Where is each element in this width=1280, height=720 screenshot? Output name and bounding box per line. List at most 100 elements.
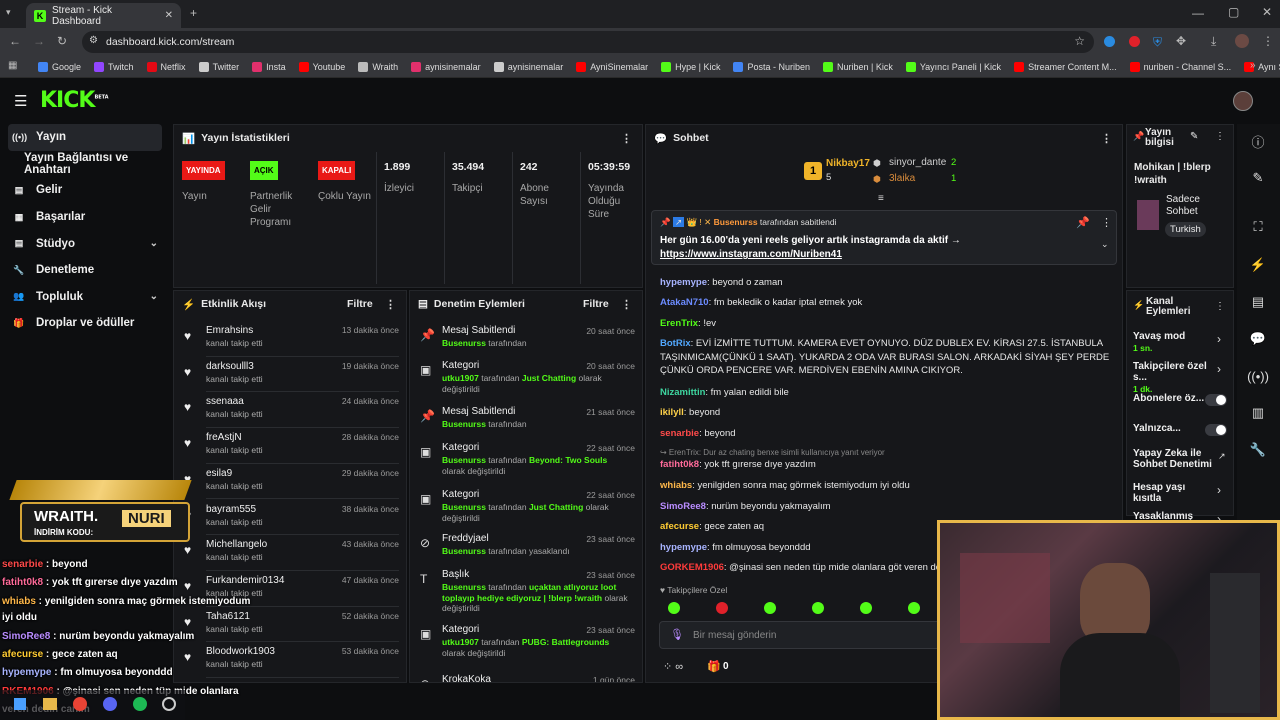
bookmark-star-icon[interactable]: ☆ [1074,34,1085,48]
tab-search-icon[interactable]: ▾ [6,7,11,18]
chrome-icon[interactable] [73,697,87,711]
mod-user[interactable]: Busenurss [442,419,486,429]
chevron-right-icon[interactable]: › [1217,332,1221,346]
browser-tab[interactable]: K Stream - Kick Dashboard ✕ [26,3,181,28]
external-link-icon[interactable]: ↗ [1218,451,1226,462]
mod-user[interactable]: Busenurss [442,338,486,348]
bookmark-item[interactable]: Nuriben | Kick [822,61,893,72]
sidebar-item-2[interactable]: Yayın Bağlantısı ve Anahtarı [0,151,170,178]
bookmark-item[interactable]: aynisinemalar [411,61,481,72]
mod-filter-button[interactable]: Filtre [583,298,609,310]
quick-action-lightning-icon[interactable]: ⚡ [1243,250,1273,280]
chat-username[interactable]: SimoRee8 [660,501,706,512]
event-user[interactable]: Taha6121 [206,611,250,622]
emote-icon[interactable] [716,602,728,614]
kick-logo[interactable]: KICKBETA [40,88,109,113]
mod-user[interactable]: Busenurss [442,546,486,556]
bookmark-item[interactable]: Streamer Content M... [1014,61,1117,72]
bookmark-item[interactable]: Yayıncı Paneli | Kick [905,61,1001,72]
mod-user[interactable]: Busenurss [442,582,486,592]
extension-icon[interactable] [1129,36,1140,47]
bookmark-item[interactable]: Twitch [94,61,134,72]
stats-menu-icon[interactable]: ⋮ [621,132,632,145]
channel-menu-icon[interactable]: ⋮ [1215,301,1225,312]
event-menu-icon[interactable]: ⋮ [385,298,396,311]
sidebar-item-8[interactable]: 🎁 Droplar ve ödüller [0,310,170,337]
mod-user[interactable]: utku1907 [442,637,479,647]
toggle-switch[interactable] [1205,394,1227,406]
pinned-menu-icon[interactable]: ⋮ [1101,216,1112,229]
chat-username[interactable]: fatiht0k8 [660,459,699,470]
chevron-right-icon[interactable]: › [1217,362,1221,376]
emote-icon[interactable] [764,602,776,614]
top-gifter-name[interactable]: sinyor_dante [889,157,946,168]
layout-icon[interactable]: ▥ [1243,398,1273,428]
bookmark-item[interactable]: Twitter [198,61,239,72]
emote-icon[interactable] [812,602,824,614]
download-icon[interactable]: ⤓ [1211,34,1216,49]
chevron-down-icon[interactable]: ⌄ [150,291,158,302]
site-info-icon[interactable]: ⚙ [89,35,98,46]
bookmark-item[interactable]: Posta - Nuriben [733,61,810,72]
chat-username[interactable]: ErenTrix [660,318,698,329]
bookmark-item[interactable]: Netflix [146,61,186,72]
mod-user[interactable]: utku1907 [442,373,479,383]
broadcast-icon[interactable]: ((•)) [1243,361,1273,391]
forward-icon[interactable]: → [33,34,45,48]
event-user[interactable]: bayram555 [206,504,256,515]
event-user[interactable]: darksoulll3 [206,361,254,372]
bookmark-item[interactable]: Youtube [298,61,345,72]
sidebar-item-3[interactable]: ▤ Gelir [0,177,170,204]
emote-icon[interactable] [908,602,920,614]
chat-username[interactable]: hypemype [660,277,707,288]
bookmark-item[interactable]: Wraith [358,61,398,72]
event-user[interactable]: Michellangelo [206,539,267,550]
event-user[interactable]: ssenaaa [206,396,244,407]
emote-icon[interactable] [860,602,872,614]
new-tab-icon[interactable]: + [190,6,197,20]
bookmark-item[interactable]: Google [38,61,81,72]
edit-icon[interactable]: ✎ [1190,131,1198,142]
close-window-icon[interactable]: ✕ [1262,5,1272,19]
pinned-link[interactable]: https://www.instagram.com/Nuriben41 [660,249,842,260]
toggle-switch[interactable] [1205,424,1227,436]
emote-icon[interactable] [668,602,680,614]
gift-icon[interactable]: 🎁 [707,660,721,673]
more-bookmarks-icon[interactable]: » [1250,60,1256,71]
user-avatar[interactable] [1233,91,1253,111]
channel-setting-2[interactable]: Takipçilere özel s... 1 dk. [1133,361,1228,394]
chat-username[interactable]: BotRix [660,338,691,349]
maximize-icon[interactable]: ▢ [1228,5,1239,19]
channel-setting-5[interactable]: Yapay Zeka ile Sohbet Denetimi [1133,448,1228,470]
bookmark-item[interactable]: AyniSinemalar [576,61,648,72]
chat-username[interactable]: AtakaN710 [660,297,709,308]
browser-menu-icon[interactable]: ⋮ [1262,34,1274,48]
sidebar-item-4[interactable]: ▦ Başarılar [0,204,170,231]
info-menu-icon[interactable]: ⋮ [1215,131,1225,142]
top-gifter-name[interactable]: 3laika [889,173,915,184]
bookmark-item[interactable]: nuriben - Channel S... [1129,61,1231,72]
expand-icon[interactable]: ⛶ [1243,212,1273,242]
edit-icon[interactable]: ✎ [1243,163,1273,193]
mod-menu-icon[interactable]: ⋮ [621,298,632,311]
back-icon[interactable]: ← [9,34,21,48]
bookmark-item[interactable]: Hype | Kick [661,61,720,72]
windows-start-icon[interactable] [14,698,26,710]
chat-icon[interactable]: 💬 [1243,324,1273,354]
sidebar-item-7[interactable]: 👥 Topluluk ⌄ [0,284,170,311]
extensions-puzzle-icon[interactable]: ✥ [1176,34,1186,48]
pinned-collapse-icon[interactable]: ⌄ [1101,239,1109,250]
minimize-icon[interactable]: — [1192,6,1204,20]
discord-icon[interactable] [103,697,117,711]
chat-username[interactable]: afecurse [660,521,699,532]
expand-leaderboard-icon[interactable]: ≡ [878,193,884,204]
bookmark-item[interactable]: Insta [252,61,286,72]
chevron-right-icon[interactable]: › [1217,483,1221,497]
event-user[interactable]: Furkandemir0134 [206,575,284,586]
chat-username[interactable]: whiabs [660,480,692,491]
chat-username[interactable]: GORKEM1906 [660,562,724,573]
pinned-by-user[interactable]: Busenurss [714,217,758,227]
unpin-icon[interactable]: 📌 [1076,216,1090,229]
extension-icon[interactable] [1104,36,1115,47]
category-name[interactable]: Sadece Sohbet [1166,194,1226,218]
